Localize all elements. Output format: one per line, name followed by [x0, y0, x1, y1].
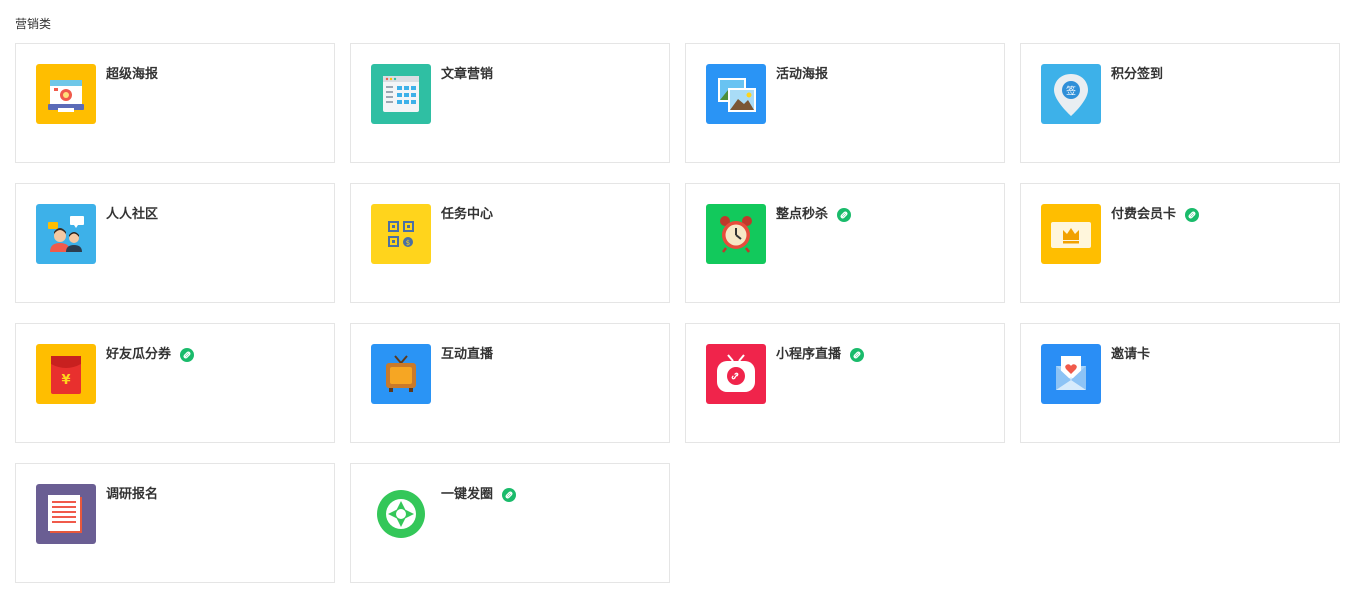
crown-card-icon — [1041, 204, 1101, 264]
heart-envelope-icon — [1041, 344, 1101, 404]
app-card-grid: 超级海报 文章营销 活动海报 签 积分签到 人人社区 $ 任务中心 整点秒杀 付… — [15, 43, 1340, 583]
card-title: 互动直播 — [441, 347, 494, 362]
card-title: 文章营销 — [441, 67, 494, 82]
card-title: 小程序直播 — [776, 347, 842, 362]
app-card-paid-member-card[interactable]: 付费会员卡 — [1020, 183, 1340, 303]
alarm-clock-icon — [706, 204, 766, 264]
retro-tv-icon — [371, 344, 431, 404]
article-webpage-icon — [371, 64, 431, 124]
mini-program-link-icon — [502, 488, 517, 502]
task-qrcode-icon: $ — [371, 204, 431, 264]
sign-in-pin-icon: 签 — [1041, 64, 1101, 124]
card-title: 调研报名 — [106, 487, 159, 502]
app-card-interactive-live[interactable]: 互动直播 — [350, 323, 670, 443]
card-title: 付费会员卡 — [1111, 207, 1177, 222]
section-title: 营销类 — [15, 17, 52, 31]
live-tv-icon — [706, 344, 766, 404]
app-card-task-center[interactable]: $ 任务中心 — [350, 183, 670, 303]
card-title: 积分签到 — [1111, 67, 1164, 82]
app-card-flash-sale[interactable]: 整点秒杀 — [685, 183, 1005, 303]
card-title: 整点秒杀 — [776, 207, 829, 222]
app-card-super-poster[interactable]: 超级海报 — [15, 43, 335, 163]
moments-shutter-icon — [371, 484, 431, 544]
survey-notebook-icon — [36, 484, 96, 544]
mini-program-link-icon — [1185, 208, 1200, 222]
app-card-survey-registration[interactable]: 调研报名 — [15, 463, 335, 583]
app-card-points-checkin[interactable]: 签 积分签到 — [1020, 43, 1340, 163]
card-title: 超级海报 — [106, 67, 159, 82]
app-card-invitation-card[interactable]: 邀请卡 — [1020, 323, 1340, 443]
svg-text:¥: ¥ — [61, 373, 70, 388]
app-card-mini-program-live[interactable]: 小程序直播 — [685, 323, 1005, 443]
picture-frames-icon — [706, 64, 766, 124]
card-title: 人人社区 — [106, 207, 159, 222]
mini-program-link-icon — [837, 208, 852, 222]
card-title: 好友瓜分券 — [106, 347, 172, 362]
mini-program-link-icon — [180, 348, 195, 362]
poster-camera-icon — [36, 64, 96, 124]
card-title: 活动海报 — [776, 67, 829, 82]
app-card-one-click-moments[interactable]: 一键发圈 — [350, 463, 670, 583]
mini-program-link-icon — [850, 348, 865, 362]
app-card-event-poster[interactable]: 活动海报 — [685, 43, 1005, 163]
card-title: 一键发圈 — [441, 487, 494, 502]
app-card-community[interactable]: 人人社区 — [15, 183, 335, 303]
svg-text:$: $ — [406, 239, 410, 247]
card-title: 任务中心 — [441, 207, 494, 222]
card-title: 邀请卡 — [1111, 347, 1151, 362]
app-card-friend-split-coupon[interactable]: ¥ 好友瓜分券 — [15, 323, 335, 443]
svg-text:签: 签 — [1066, 85, 1076, 98]
red-envelope-icon: ¥ — [36, 344, 96, 404]
app-card-article-marketing[interactable]: 文章营销 — [350, 43, 670, 163]
community-people-icon — [36, 204, 96, 264]
